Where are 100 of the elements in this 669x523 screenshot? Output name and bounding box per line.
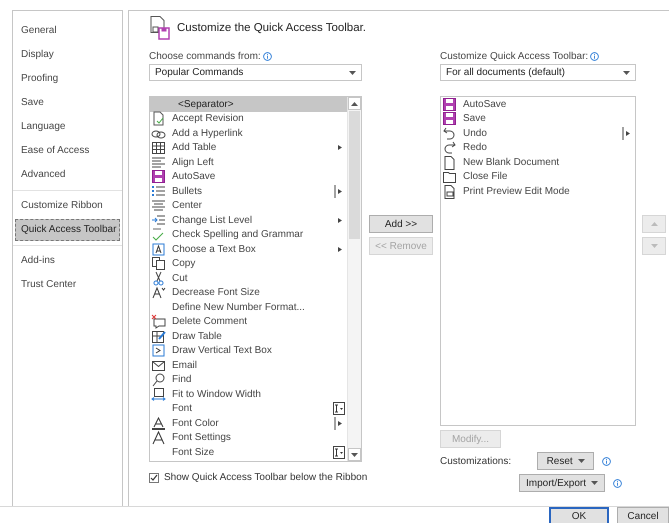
list-item[interactable]: New Blank Document (441, 155, 635, 170)
list-item[interactable]: AutoSave (441, 97, 635, 112)
font-icon (151, 430, 166, 446)
copy-icon (151, 256, 166, 272)
search-icon (151, 372, 166, 388)
list-item[interactable]: Delete Comment (150, 314, 347, 329)
spelling-icon (151, 227, 166, 242)
list-icon (151, 184, 166, 199)
list-item[interactable]: <Separator> (150, 97, 347, 112)
list-item[interactable]: Decrease Font Size (150, 286, 347, 300)
page-heading: Customize the Quick Access Toolbar. (177, 22, 366, 34)
list-item[interactable]: Define New Number Format... (150, 300, 347, 314)
list-item[interactable]: Font Size (150, 445, 347, 460)
list-item[interactable]: Add a Hyperlink (150, 126, 347, 140)
list-item[interactable]: Font (150, 402, 347, 416)
list-item[interactable]: AutoSave (150, 170, 347, 184)
sidebar-item[interactable]: Quick Access Toolbar (15, 219, 120, 241)
list-item[interactable]: Save (441, 112, 635, 126)
font-size-icon (151, 285, 166, 300)
list-item[interactable]: Redo (441, 140, 635, 155)
list-item[interactable]: Fit to Window Width (150, 387, 347, 402)
list-item[interactable]: Add Table (150, 140, 347, 155)
info-icon[interactable] (262, 52, 272, 60)
font-field-icon (333, 402, 345, 416)
up-arrow-icon (351, 102, 358, 106)
sidebar-item[interactable]: Display (15, 44, 120, 66)
document-icon (442, 154, 457, 170)
floppy-icon (442, 97, 457, 112)
sidebar-item[interactable]: Trust Center (15, 274, 120, 296)
info-icon[interactable] (590, 52, 600, 60)
font-color-icon (151, 416, 166, 431)
document-check-icon (151, 111, 166, 126)
text-box-icon (151, 343, 166, 358)
toolbar-icon (149, 15, 173, 41)
lines-icon (151, 154, 166, 170)
commands-dropdown[interactable]: Popular Commands (149, 64, 362, 81)
list-item[interactable]: Email (150, 358, 347, 372)
scrollbar-thumb[interactable] (349, 111, 360, 239)
sidebar-item[interactable]: Customize Ribbon (15, 195, 120, 217)
up-arrow-icon (650, 222, 658, 226)
sidebar-item[interactable]: Ease of Access (15, 140, 120, 162)
checkbox-label[interactable]: Show Quick Access Toolbar below the Ribbon (164, 472, 368, 483)
list-item[interactable]: Undo (441, 126, 635, 140)
text-box-icon (151, 242, 166, 257)
floppy-icon (151, 169, 166, 184)
dialog-button[interactable]: Cancel (617, 507, 669, 523)
info-icon[interactable] (613, 478, 622, 488)
caret-icon (623, 70, 630, 74)
reset-button[interactable]: Reset (537, 452, 594, 470)
list-item[interactable]: Font Color (150, 416, 347, 430)
list-item[interactable]: Align Left (150, 155, 347, 170)
table-icon (151, 140, 166, 156)
list-item[interactable]: Copy (150, 256, 347, 271)
print-preview-icon (442, 184, 457, 199)
scroll-down-button[interactable] (348, 448, 361, 461)
list-item[interactable]: Accept Revision (150, 112, 347, 126)
dropdown-caret-icon (591, 481, 598, 485)
customizations-label: Customizations: (440, 456, 512, 466)
checkbox[interactable] (149, 472, 159, 482)
sidebar-item[interactable]: Proofing (15, 68, 120, 90)
list-item[interactable]: Bullets (150, 184, 347, 198)
scissors-icon (151, 270, 166, 286)
lines-icon (151, 198, 166, 214)
sidebar-item[interactable]: Save (15, 92, 120, 114)
toolbar-dropdown[interactable]: For all documents (default) (440, 64, 636, 81)
list-item[interactable]: Print Preview Edit Mode (441, 184, 635, 198)
info-icon[interactable] (602, 456, 612, 466)
field-label: Customize Quick Access Toolbar: (440, 50, 588, 62)
scroll-up-button[interactable] (348, 97, 361, 110)
list-item[interactable]: Center (150, 198, 347, 213)
down-arrow-icon (650, 244, 658, 248)
commands-list[interactable] (149, 96, 362, 462)
floppy-icon (442, 111, 457, 126)
undo-icon (442, 126, 457, 141)
dropdown-caret-icon (578, 459, 585, 463)
list-item[interactable]: Draw Table (150, 329, 347, 344)
pencil-table-icon (151, 328, 166, 344)
comment-icon (151, 314, 166, 330)
list-item[interactable]: Choose a Text Box (150, 242, 347, 256)
sidebar-item[interactable]: Add-ins (15, 250, 120, 272)
list-item[interactable]: Draw Vertical Text Box (150, 344, 347, 358)
add-button[interactable]: Add >> (369, 215, 433, 233)
font-field-icon (333, 446, 345, 459)
list-item[interactable]: Cut (150, 271, 347, 286)
list-item[interactable]: Font Settings (150, 430, 347, 445)
sidebar-item[interactable]: Language (15, 116, 120, 138)
list-item[interactable]: Close File (441, 170, 635, 184)
dialog-button[interactable]: OK (549, 507, 609, 523)
field-label: Choose commands from: (149, 50, 261, 62)
caret-icon (349, 70, 356, 74)
sidebar-item[interactable]: Advanced (15, 164, 120, 186)
redo-icon (442, 140, 457, 156)
import-export-button[interactable]: Import/Export (519, 474, 606, 492)
list-item[interactable]: Check Spelling and Grammar (150, 228, 347, 242)
toolbar-list[interactable]: AutoSave Save Undo Redo New Blank Document Close File Print Preview Edit Mode (440, 96, 636, 426)
list-item[interactable]: Change List Level (150, 213, 347, 228)
sidebar-item[interactable]: General (15, 20, 120, 42)
folder-icon (442, 169, 457, 184)
list-item[interactable]: Find (150, 372, 347, 387)
fit-width-icon (151, 386, 166, 402)
